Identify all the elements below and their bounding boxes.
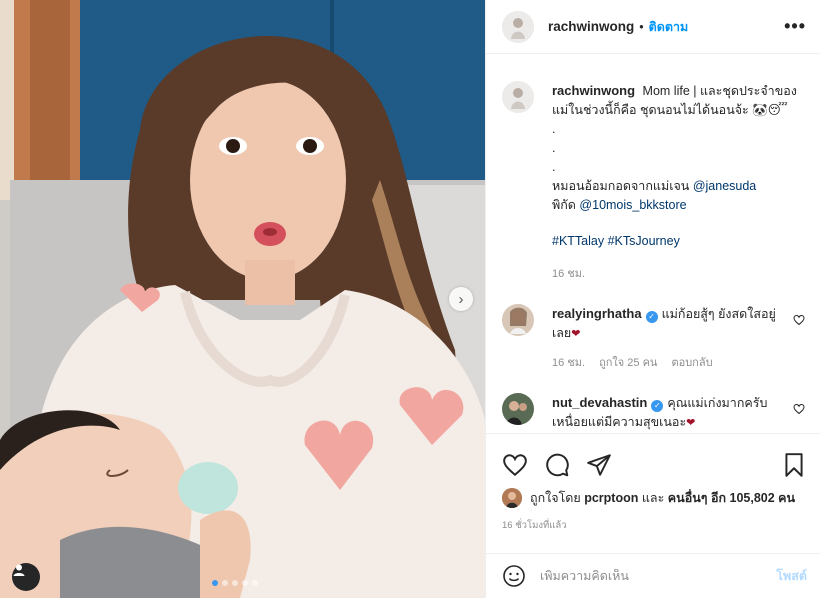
likes-prefix: ถูกใจโดย [530, 491, 581, 505]
commenter-username[interactable]: nut_devahastin [552, 395, 647, 410]
comment-icon[interactable] [544, 452, 570, 478]
carousel-dot [252, 580, 258, 586]
carousel-dot [232, 580, 238, 586]
comment-item: realyingrhatha ✓ แม่ก้อยสู้ๆ ยังสดใสอยู่ เ… [502, 304, 805, 373]
liker-avatar[interactable] [502, 488, 522, 508]
comment-text: คุณแม่เก่งมากครับ [667, 396, 768, 410]
comment-input[interactable] [540, 569, 777, 583]
paper-plane-icon[interactable] [586, 452, 612, 478]
carousel-dot [242, 580, 248, 586]
comment-likes[interactable]: ถูกใจ 25 คน [599, 354, 657, 373]
caption-avatar[interactable] [502, 81, 534, 113]
commenter-avatar[interactable] [502, 304, 534, 336]
avatar-image [502, 81, 534, 113]
caption-time[interactable]: 16 ชม. [552, 265, 585, 284]
hashtag-links[interactable]: #KTTalay #KTsJourney [552, 234, 680, 248]
caption-line: หมอนอ้อมกอดจากแม่เจน [552, 179, 690, 193]
user-tag-button[interactable] [12, 563, 40, 591]
author-username[interactable]: rachwinwong [548, 19, 634, 34]
author-avatar[interactable] [502, 10, 534, 43]
post-side-panel: rachwinwong • ติดตาม ••• rachwinwong Mom… [485, 0, 820, 598]
carousel-dot [212, 580, 218, 586]
caption: rachwinwong Mom life | และชุดประจำของ แม… [502, 81, 805, 284]
chevron-right-icon: › [458, 290, 464, 308]
post-comment-button[interactable]: โพสต์ [776, 566, 807, 586]
mention-link[interactable]: @janesuda [693, 179, 756, 193]
reply-button[interactable]: ตอบกลับ [671, 354, 712, 373]
instagram-post: › rachwinwong • ติดตาม ••• rachwinwong M… [0, 0, 820, 598]
carousel-next-button[interactable]: › [449, 287, 473, 311]
avatar-image [502, 393, 534, 425]
heart-emoji: ❤ [686, 417, 696, 429]
caption-line: แม่ในช่วงนี้ก็คือ ชุดนอนไม่ได้นอนจ้ะ 🐼😴 [552, 103, 788, 117]
comment-body: nut_devahastin ✓ คุณแม่เก่งมากครับ เหนื่อย… [552, 393, 785, 433]
verified-badge-icon: ✓ [651, 400, 664, 412]
comment-time[interactable]: 16 ชม. [552, 354, 585, 373]
comments-list[interactable]: rachwinwong Mom life | และชุดประจำของ แม… [486, 55, 820, 433]
commenter-avatar[interactable] [502, 393, 534, 425]
post-photo[interactable]: › [0, 0, 485, 598]
comment-text: เหนื่อยแต่มีความสุขเนอะ [552, 415, 687, 429]
caption-line: Mom life | และชุดประจำของ [642, 84, 797, 98]
post-header: rachwinwong • ติดตาม ••• [486, 0, 820, 54]
liker-username[interactable]: pcrptoon [584, 491, 638, 505]
caption-line: . [552, 160, 556, 174]
user-tag-icon [13, 564, 25, 576]
post-timestamp[interactable]: 16 ชั่วโมงที่แล้ว [486, 508, 820, 533]
smiley-icon[interactable] [502, 564, 526, 588]
post-actions-section: ถูกใจโดย pcrptoon และ คนอื่นๆ อีก 105,80… [486, 433, 820, 548]
caption-line: . [552, 122, 556, 136]
photo-illustration [0, 0, 485, 598]
heart-icon[interactable] [502, 452, 528, 478]
mention-link[interactable]: @10mois_bkkstore [579, 198, 686, 212]
header-separator: • [639, 19, 644, 34]
caption-line: พิกัด [552, 198, 576, 212]
carousel-indicator [212, 580, 258, 586]
comment-text: เลย [552, 326, 572, 340]
likes-summary: ถูกใจโดย pcrptoon และ คนอื่นๆ อีก 105,80… [486, 484, 820, 508]
avatar-image [502, 10, 534, 43]
add-comment-bar: โพสต์ [486, 553, 820, 598]
carousel-dot [222, 580, 228, 586]
caption-line: . [552, 141, 556, 155]
comment-text: แม่ก้อยสู้ๆ ยังสดใสอยู่ [661, 307, 776, 321]
follow-button[interactable]: ติดตาม [649, 17, 689, 37]
caption-body: rachwinwong Mom life | และชุดประจำของ แม… [552, 81, 805, 284]
avatar-image [502, 488, 522, 508]
caption-username[interactable]: rachwinwong [552, 83, 635, 98]
heart-emoji: ❤ [571, 328, 581, 340]
avatar-image [502, 304, 534, 336]
bookmark-icon[interactable] [781, 452, 807, 478]
commenter-username[interactable]: realyingrhatha [552, 306, 642, 321]
comment-like-heart-icon[interactable] [793, 314, 805, 326]
likes-count-link[interactable]: คนอื่นๆ อีก 105,802 คน [668, 488, 795, 508]
verified-badge-icon: ✓ [645, 311, 658, 323]
comment-item: nut_devahastin ✓ คุณแม่เก่งมากครับ เหนื่อย… [502, 393, 805, 433]
likes-middle: และ [641, 491, 665, 505]
action-bar [486, 434, 820, 484]
comment-body: realyingrhatha ✓ แม่ก้อยสู้ๆ ยังสดใสอยู่ เ… [552, 304, 785, 373]
more-options-button[interactable]: ••• [784, 16, 806, 37]
comment-like-heart-icon[interactable] [793, 403, 805, 415]
